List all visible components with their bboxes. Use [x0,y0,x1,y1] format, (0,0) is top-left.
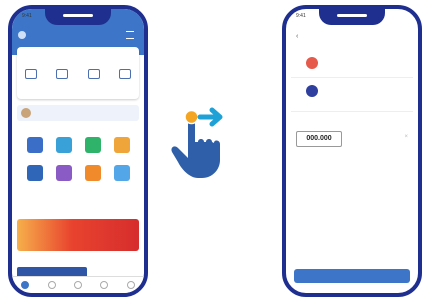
status-time: 9:41 [22,13,32,19]
arrow-right-icon [197,107,223,127]
service-icon [113,165,130,181]
avatar[interactable] [18,31,26,39]
promo-avatar [21,108,31,118]
service-icon [55,137,72,153]
service-tile[interactable] [20,137,49,155]
status-time: 9:41 [296,13,306,19]
transfer-icon[interactable] [25,69,37,79]
service-icon [84,137,101,153]
service-tile[interactable] [49,137,78,155]
service-icon [113,137,130,153]
back-icon[interactable]: ‹ [296,33,298,40]
phone-speaker [337,14,367,17]
service-tile[interactable] [78,165,107,183]
service-tile[interactable] [20,165,49,183]
amount-input[interactable]: 000.000 [296,131,342,147]
clear-icon[interactable]: × [404,134,408,140]
phone-notch [319,9,385,25]
card-icon[interactable] [118,69,131,79]
bottom-tabbar [12,276,144,293]
bank-logo-icon [306,57,318,69]
swipe-gesture-icon [171,107,223,178]
service-tile[interactable] [78,137,107,155]
notification-tab-icon[interactable] [100,281,109,289]
promo-row[interactable] [17,105,139,121]
phone-notch [45,9,111,25]
qr-icon[interactable] [87,69,100,79]
right-phone: 9:41 ‹ 000.000 × [282,5,422,297]
profile-tab-icon[interactable] [126,281,135,289]
promo-banner[interactable] [17,219,139,251]
left-phone: 9:41 [8,5,148,297]
service-icon [84,165,101,181]
phone-speaker [63,14,93,17]
wallet-logo-icon [306,85,318,97]
menu-icon[interactable] [126,31,134,39]
divider [291,111,413,112]
services-grid [20,137,136,183]
service-tile[interactable] [49,165,78,183]
divider [291,77,413,78]
service-tile[interactable] [107,165,136,183]
service-icon [26,165,43,181]
continue-button[interactable] [294,269,410,283]
service-icon [55,165,72,181]
tap-dot-icon [184,109,199,125]
scan-tab-icon[interactable] [73,281,82,289]
service-icon [26,137,43,153]
deposit-icon[interactable] [56,69,69,79]
history-tab-icon[interactable] [47,281,56,289]
home-tab-icon[interactable] [21,281,30,289]
hand-icon [171,121,220,178]
service-tile[interactable] [107,137,136,155]
account-card[interactable] [17,47,139,99]
